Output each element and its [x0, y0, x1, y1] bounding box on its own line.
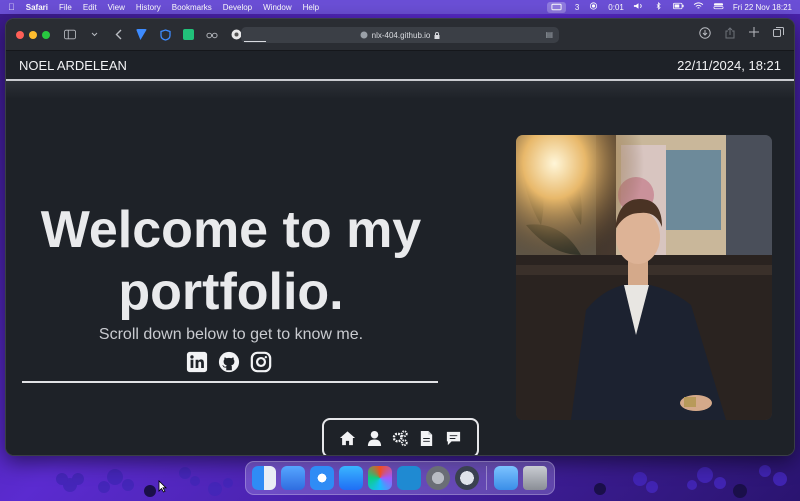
new-tab-icon[interactable] [749, 27, 759, 42]
tab-overview-icon[interactable] [773, 27, 784, 42]
downloads-icon[interactable] [699, 27, 711, 42]
lock-icon [434, 31, 440, 39]
bluetooth-icon[interactable] [653, 2, 664, 12]
menu-window[interactable]: Window [263, 3, 291, 12]
menu-clock[interactable]: Fri 22 Nov 18:21 [733, 3, 792, 12]
back-icon[interactable] [112, 29, 124, 41]
site-owner-name[interactable]: NOEL ARDELEAN [19, 58, 127, 73]
dock-vscode-icon[interactable] [397, 466, 421, 490]
hero-divider [22, 381, 438, 383]
sidebar-toggle-icon[interactable] [64, 29, 76, 41]
dock-system-settings-icon[interactable] [426, 466, 450, 490]
notification-count[interactable]: 3 [575, 3, 579, 12]
dock-safari-icon[interactable] [310, 466, 334, 490]
address-bar[interactable]: nlx-404.github.io ▤ [241, 27, 559, 43]
hero-title-line1: Welcome to my [40, 201, 422, 259]
extension-green-icon[interactable] [183, 29, 194, 40]
github-icon[interactable] [218, 351, 240, 373]
dock-separator [486, 466, 487, 490]
site-header: NOEL ARDELEAN 22/11/2024, 18:21 [6, 51, 794, 81]
zoom-window-button[interactable] [42, 30, 50, 39]
hero-title-line2: portfolio. [118, 263, 344, 321]
menu-edit[interactable]: Edit [83, 3, 97, 12]
menu-app-name[interactable]: Safari [26, 3, 48, 12]
header-shadow [6, 81, 794, 99]
share-icon[interactable] [725, 27, 735, 42]
extension-v-icon[interactable] [136, 29, 147, 40]
mouse-cursor-icon [158, 480, 167, 493]
site-date-time: 22/11/2024, 18:21 [677, 57, 781, 73]
dock-figma-icon[interactable] [368, 466, 392, 490]
dock-downloads-folder-icon[interactable] [494, 466, 518, 490]
page-load-progress [244, 41, 266, 42]
dock [245, 461, 555, 495]
wifi-icon[interactable] [693, 2, 704, 12]
minimize-window-button[interactable] [29, 30, 37, 39]
menu-file[interactable]: File [59, 3, 72, 12]
gears-icon[interactable] [392, 429, 409, 447]
menu-develop[interactable]: Develop [223, 3, 252, 12]
bottom-nav [322, 418, 479, 455]
reader-icon[interactable]: ▤ [545, 30, 553, 39]
document-icon[interactable] [418, 430, 435, 447]
hero-subtitle: Scroll down below to get to know me. [98, 326, 364, 343]
record-icon[interactable] [588, 2, 599, 12]
web-page: NOEL ARDELEAN 22/11/2024, 18:21 Welcome … [6, 51, 794, 455]
dock-testflight-icon[interactable] [281, 466, 305, 490]
record-timer: 0:01 [608, 2, 624, 12]
menu-help[interactable]: Help [303, 3, 319, 12]
user-icon[interactable] [366, 430, 383, 447]
glasses-icon[interactable] [206, 29, 218, 41]
instagram-icon[interactable] [250, 351, 272, 373]
volume-icon[interactable] [633, 2, 644, 12]
dock-trash-icon[interactable] [523, 466, 547, 490]
site-icon [360, 31, 368, 39]
dock-finder-icon[interactable] [252, 466, 276, 490]
menu-bar:  Safari File Edit View History Bookmark… [0, 0, 800, 14]
chevron-down-icon[interactable] [88, 29, 100, 41]
close-window-button[interactable] [16, 30, 24, 39]
dock-quicktime-icon[interactable] [455, 466, 479, 490]
menu-bookmarks[interactable]: Bookmarks [172, 3, 212, 12]
hero-title: Welcome to my portfolio. [16, 199, 446, 323]
home-icon[interactable] [339, 430, 356, 447]
profile-photo [516, 135, 772, 420]
dock-app-store-icon[interactable] [339, 466, 363, 490]
linkedin-icon[interactable] [186, 351, 208, 373]
menu-history[interactable]: History [136, 3, 161, 12]
screen-mirroring-icon[interactable] [546, 1, 566, 13]
browser-window: nlx-404.github.io ▤ NOEL ARDELEAN 22/11/… [5, 18, 795, 456]
social-links [186, 351, 272, 373]
shield-icon[interactable] [159, 28, 171, 41]
browser-toolbar: nlx-404.github.io ▤ [6, 19, 794, 51]
battery-icon[interactable] [672, 2, 684, 12]
address-url: nlx-404.github.io [371, 30, 431, 40]
control-center-icon[interactable] [713, 2, 724, 12]
menu-view[interactable]: View [108, 3, 125, 12]
apple-menu-icon[interactable]:  [8, 2, 15, 12]
window-controls [16, 30, 50, 39]
chat-icon[interactable] [445, 430, 462, 447]
